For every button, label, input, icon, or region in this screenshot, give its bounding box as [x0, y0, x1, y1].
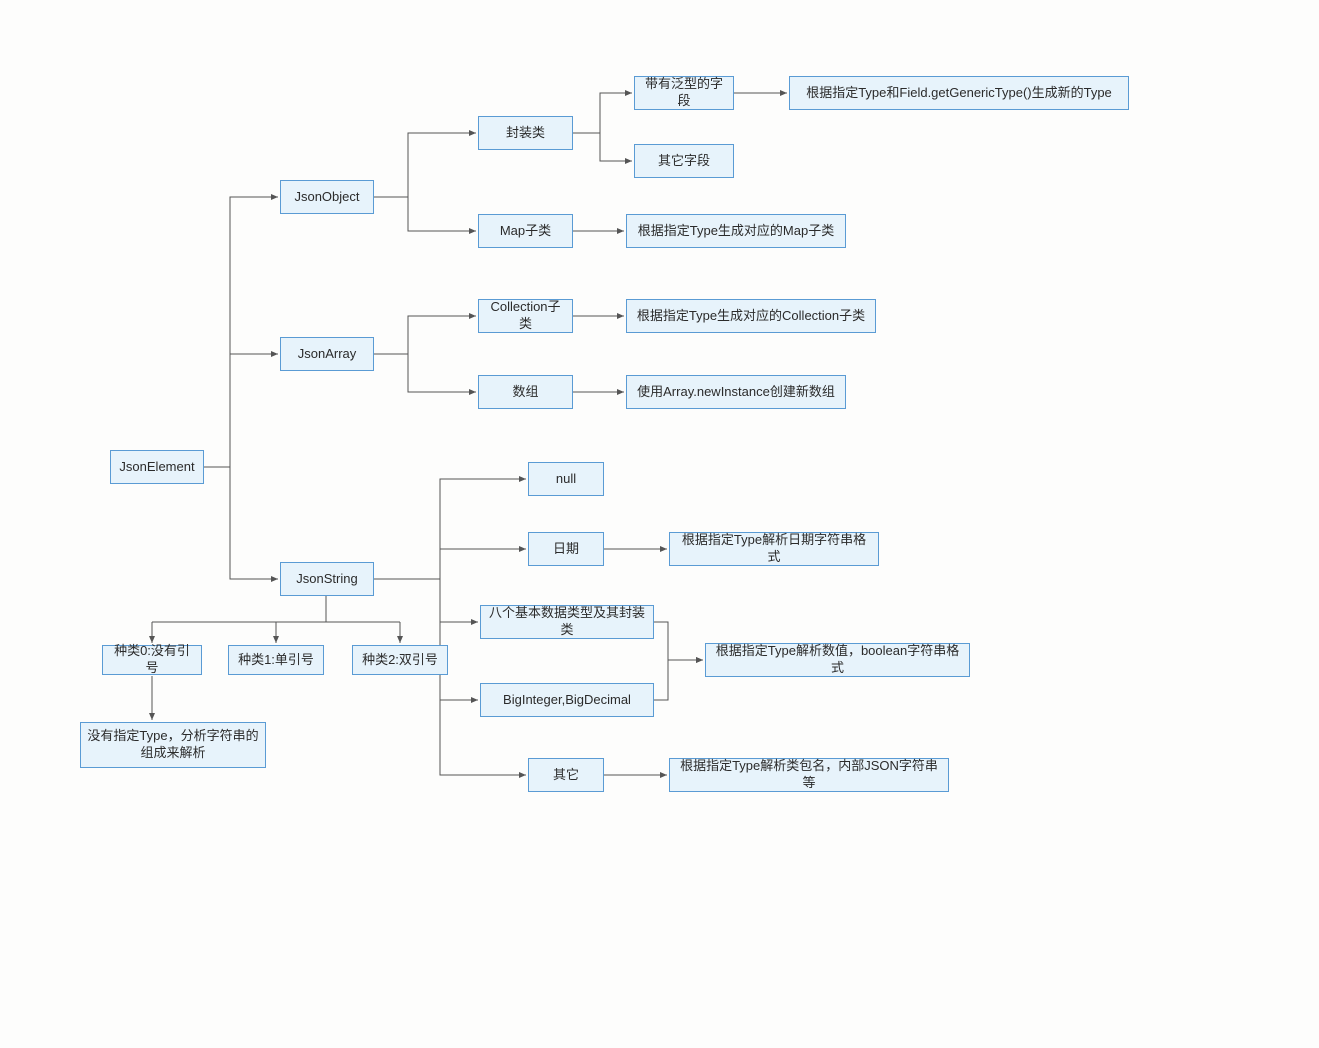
node-map-subclass: Map子类	[478, 214, 573, 248]
node-date: 日期	[528, 532, 604, 566]
node-kind-2: 种类2:双引号	[352, 645, 448, 675]
node-other-field: 其它字段	[634, 144, 734, 178]
node-numbool-result: 根据指定Type解析数值，boolean字符串格式	[705, 643, 970, 677]
node-kind-1: 种类1:单引号	[228, 645, 324, 675]
node-generic-field: 带有泛型的字段	[634, 76, 734, 110]
node-generic-result: 根据指定Type和Field.getGenericType()生成新的Type	[789, 76, 1129, 110]
node-primitives: 八个基本数据类型及其封装类	[480, 605, 654, 639]
node-kind-0: 种类0:没有引号	[102, 645, 202, 675]
node-json-array: JsonArray	[280, 337, 374, 371]
node-date-result: 根据指定Type解析日期字符串格式	[669, 532, 879, 566]
node-other-type: 其它	[528, 758, 604, 792]
node-wrapper: 封装类	[478, 116, 573, 150]
node-collection-subclass: Collection子类	[478, 299, 573, 333]
node-other-result: 根据指定Type解析类包名，内部JSON字符串等	[669, 758, 949, 792]
node-json-element: JsonElement	[110, 450, 204, 484]
node-kind-0-result: 没有指定Type，分析字符串的组成来解析	[80, 722, 266, 768]
node-array: 数组	[478, 375, 573, 409]
node-map-result: 根据指定Type生成对应的Map子类	[626, 214, 846, 248]
node-json-object: JsonObject	[280, 180, 374, 214]
node-collection-result: 根据指定Type生成对应的Collection子类	[626, 299, 876, 333]
node-array-result: 使用Array.newInstance创建新数组	[626, 375, 846, 409]
node-bignumber: BigInteger,BigDecimal	[480, 683, 654, 717]
node-null: null	[528, 462, 604, 496]
node-json-string: JsonString	[280, 562, 374, 596]
